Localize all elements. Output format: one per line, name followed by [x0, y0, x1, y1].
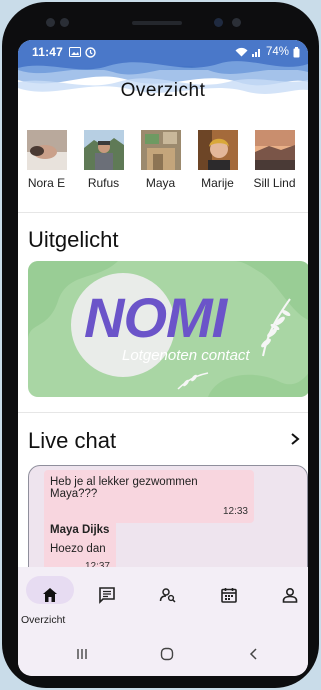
contact-name: Maya — [145, 176, 176, 190]
earpiece — [132, 21, 182, 25]
signal-icon — [251, 49, 260, 57]
message-text: Hoezo dan — [50, 543, 106, 555]
nav-overzicht-label[interactable]: Overzicht — [21, 614, 65, 626]
avatar — [254, 130, 295, 170]
bottom-navigation: Overzicht — [18, 567, 308, 637]
back-icon[interactable] — [247, 647, 261, 661]
banner-subtitle: Lotgenoten contact — [122, 347, 250, 364]
phone-frame: 11:47 74% Overzicht Nora E Rufus Maya Ma… — [2, 2, 319, 688]
featured-title: Uitgelicht — [28, 227, 119, 252]
front-camera — [214, 18, 223, 27]
contacts-row[interactable]: Nora E Rufus Maya Marije Sill Lind — [18, 130, 308, 202]
page-title: Overzicht — [120, 80, 206, 101]
clock: 11:47 — [32, 45, 64, 59]
nav-profile[interactable] — [270, 575, 308, 615]
sensor-dot — [232, 18, 241, 27]
app-screen: 11:47 74% Overzicht Nora E Rufus Maya Ma… — [18, 40, 308, 676]
recent-apps-icon[interactable] — [75, 647, 89, 661]
avatar — [197, 130, 238, 170]
sensor-dot — [46, 18, 55, 27]
divider — [18, 212, 308, 213]
contact-name: Rufus — [87, 176, 120, 190]
chat-message: Heb je al lekker gezwommen Maya??? 12:33 — [44, 470, 254, 523]
avatar — [83, 130, 124, 170]
alarm-icon — [85, 46, 96, 58]
featured-banner[interactable]: NOMI Lotgenoten contact — [28, 261, 308, 397]
message-text: Heb je al lekker gezwommen Maya??? — [50, 476, 198, 500]
home-button-icon[interactable] — [160, 647, 174, 661]
contact-maya[interactable]: Maya — [132, 130, 189, 202]
contact-nora[interactable]: Nora E — [18, 130, 75, 202]
contact-name: Sill Lind — [253, 176, 296, 190]
sensor-dot — [60, 18, 69, 27]
gallery-icon — [69, 47, 82, 57]
system-navigation-bar — [18, 637, 308, 676]
contact-sill[interactable]: Sill Lind — [246, 130, 303, 202]
nav-search-people[interactable] — [148, 575, 188, 615]
nav-overzicht[interactable] — [30, 575, 70, 615]
message-time: 12:33 — [222, 506, 248, 517]
status-bar: 11:47 74% — [18, 40, 308, 64]
chevron-right-icon[interactable] — [288, 432, 302, 446]
nav-chat[interactable] — [87, 575, 127, 615]
wifi-icon — [235, 47, 248, 57]
contact-marije[interactable]: Marije — [189, 130, 246, 202]
person-search-icon — [159, 588, 176, 603]
battery-percent: 74% — [265, 46, 289, 58]
divider — [18, 412, 308, 413]
chat-icon — [99, 587, 115, 604]
home-icon — [43, 588, 57, 602]
avatar — [26, 130, 67, 170]
nav-calendar[interactable] — [209, 575, 249, 615]
battery-icon — [293, 46, 300, 57]
contact-rufus[interactable]: Rufus — [75, 130, 132, 202]
live-chat-title: Live chat — [28, 428, 117, 453]
message-sender: Maya Dijks — [50, 524, 110, 536]
avatar — [140, 130, 181, 170]
profile-icon — [282, 587, 298, 603]
contact-name: Nora E — [27, 176, 66, 190]
nomi-logo: NOMI — [84, 286, 227, 349]
calendar-icon — [221, 588, 237, 603]
contact-name: Marije — [201, 176, 234, 190]
